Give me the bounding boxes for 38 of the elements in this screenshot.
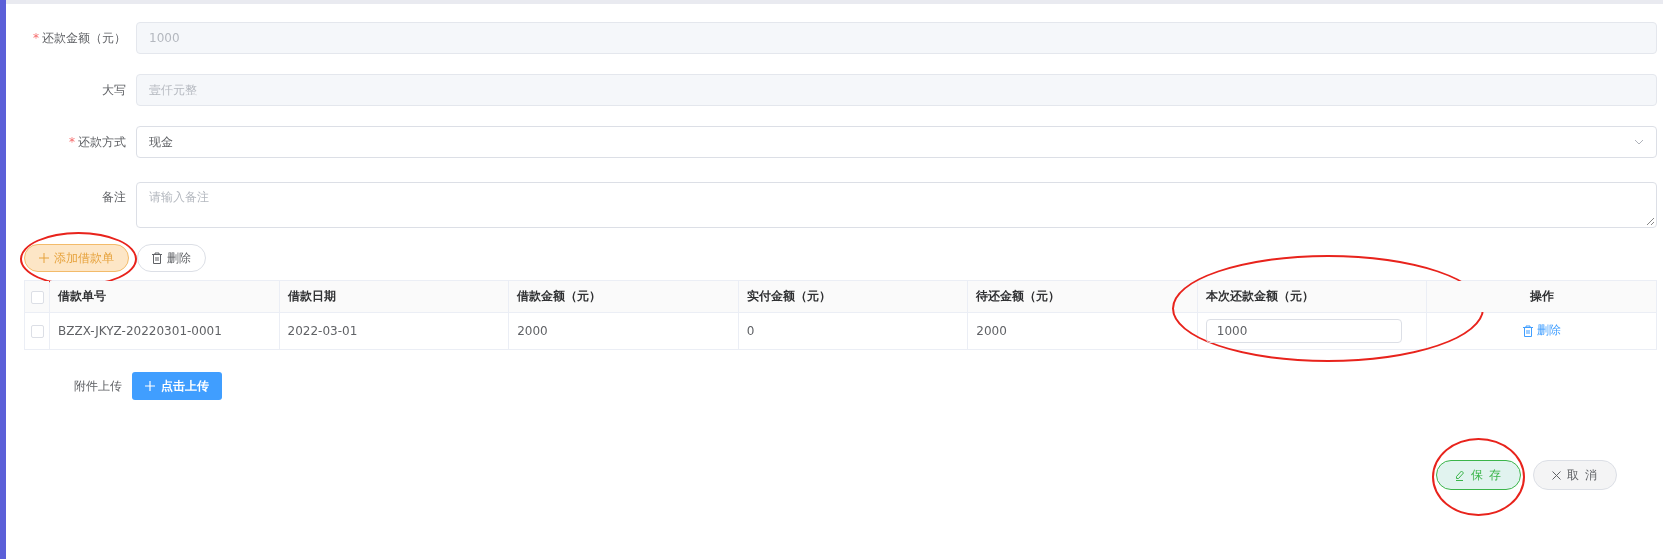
- checkbox[interactable]: [30, 290, 44, 304]
- trash-icon: [1522, 324, 1533, 337]
- table-cell: 2000: [508, 312, 739, 350]
- required-mark: *: [69, 135, 75, 149]
- delete-button[interactable]: 删除: [137, 244, 206, 272]
- remark-textarea[interactable]: 请输入备注: [136, 182, 1657, 228]
- plus-icon: [39, 253, 49, 263]
- select-field[interactable]: 现金: [136, 126, 1657, 158]
- checkbox[interactable]: [30, 325, 44, 338]
- amount-input[interactable]: 1000: [1205, 319, 1402, 343]
- upload-button[interactable]: 点击上传: [132, 372, 222, 400]
- cancel-button[interactable]: 取 消: [1533, 460, 1617, 490]
- close-icon: [1552, 470, 1562, 480]
- column-header: 借款日期: [287, 289, 336, 303]
- pencil-icon: [1455, 469, 1466, 481]
- field-label: 还款方式: [78, 133, 126, 151]
- field-label: 还款金额（元）: [42, 29, 126, 47]
- trash-icon: [152, 252, 162, 264]
- save-button[interactable]: 保 存: [1436, 460, 1522, 490]
- resize-handle-icon[interactable]: [1646, 217, 1654, 225]
- add-loan-button[interactable]: 添加借款单: [24, 244, 129, 272]
- required-mark: *: [33, 31, 39, 45]
- table-cell: 2000: [967, 312, 1198, 350]
- column-header: 本次还款金额（元）: [1205, 289, 1314, 303]
- field-label: 备注: [102, 189, 126, 206]
- column-header: 借款金额（元）: [517, 289, 602, 303]
- table-cell: 2022-03-01: [279, 312, 509, 350]
- column-header: 待还金额（元）: [976, 289, 1061, 303]
- column-header: 实付金额（元）: [746, 289, 831, 303]
- delete-link[interactable]: 删除: [1522, 322, 1561, 340]
- field-label: 附件上传: [73, 377, 123, 395]
- table-cell: 0: [738, 312, 968, 350]
- table-cell: BZZX-JKYZ-20220301-0001: [49, 312, 280, 350]
- column-header: 操作: [1529, 289, 1554, 303]
- field-label: 大写: [102, 81, 126, 99]
- plus-icon: [145, 381, 155, 391]
- column-header: 借款单号: [58, 289, 106, 303]
- chevron-down-icon: [1634, 139, 1644, 145]
